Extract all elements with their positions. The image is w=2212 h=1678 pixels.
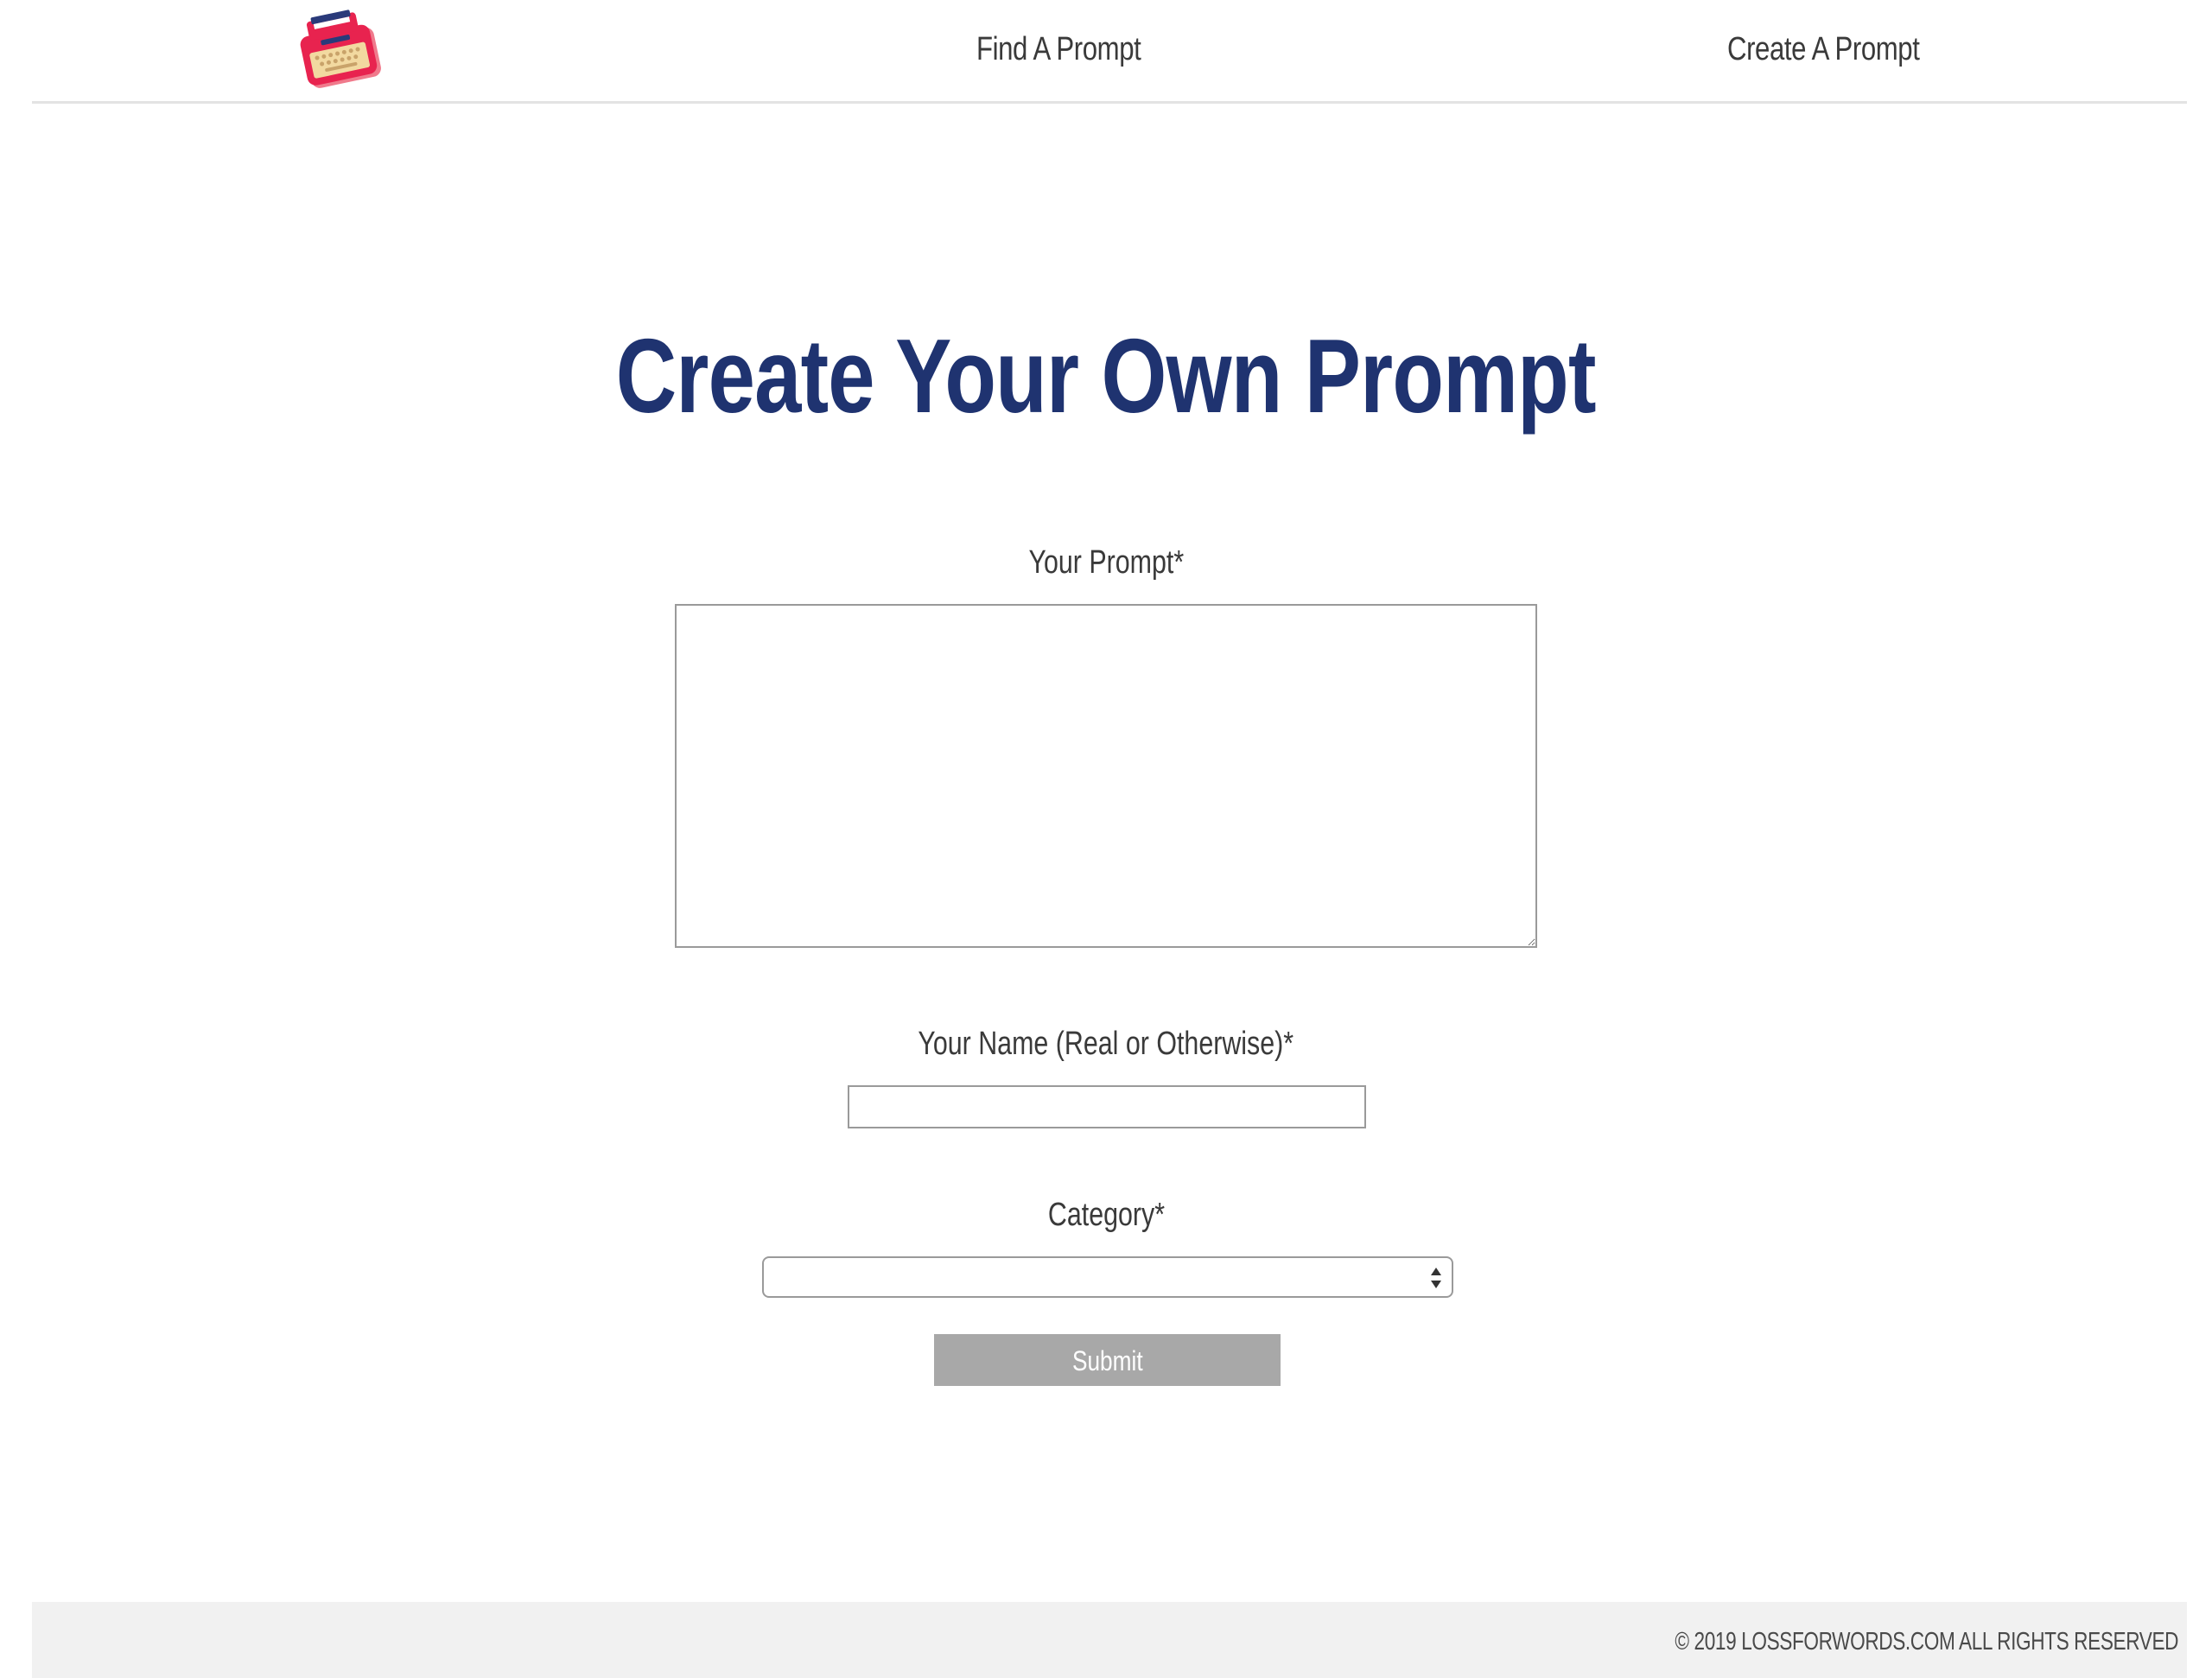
nav-find-prompt-link[interactable]: Find A Prompt [976, 31, 1141, 68]
name-label: Your Name (Real or Otherwise)* [0, 1026, 2212, 1063]
page-title-text: Create Your Own Prompt [616, 317, 1597, 435]
site-header: Find A Prompt Create A Prompt [32, 0, 2187, 104]
nav-create-prompt-link[interactable]: Create A Prompt [1727, 31, 1920, 68]
name-input[interactable] [848, 1085, 1366, 1128]
category-select[interactable] [762, 1256, 1453, 1298]
typewriter-icon [300, 10, 381, 88]
prompt-label: Your Prompt* [0, 544, 2212, 582]
submit-button[interactable]: Submit [934, 1334, 1281, 1386]
page-title: Create Your Own Prompt [0, 315, 2212, 436]
category-label: Category* [0, 1197, 2212, 1234]
prompt-textarea[interactable] [675, 604, 1537, 948]
name-label-text: Your Name (Real or Otherwise)* [918, 1026, 1294, 1062]
category-label-text: Category* [1047, 1197, 1165, 1233]
select-up-down-arrows-icon [1431, 1268, 1441, 1288]
copyright-text: © 2019 LOSSFORWORDS.COM ALL RIGHTS RESER… [1675, 1628, 2178, 1656]
site-footer: © 2019 LOSSFORWORDS.COM ALL RIGHTS RESER… [32, 1602, 2187, 1678]
submit-button-label: Submit [1071, 1345, 1143, 1376]
page: Find A Prompt Create A Prompt Create You… [0, 0, 2212, 1678]
prompt-label-text: Your Prompt* [1028, 544, 1184, 581]
home-logo-link[interactable] [294, 7, 389, 95]
